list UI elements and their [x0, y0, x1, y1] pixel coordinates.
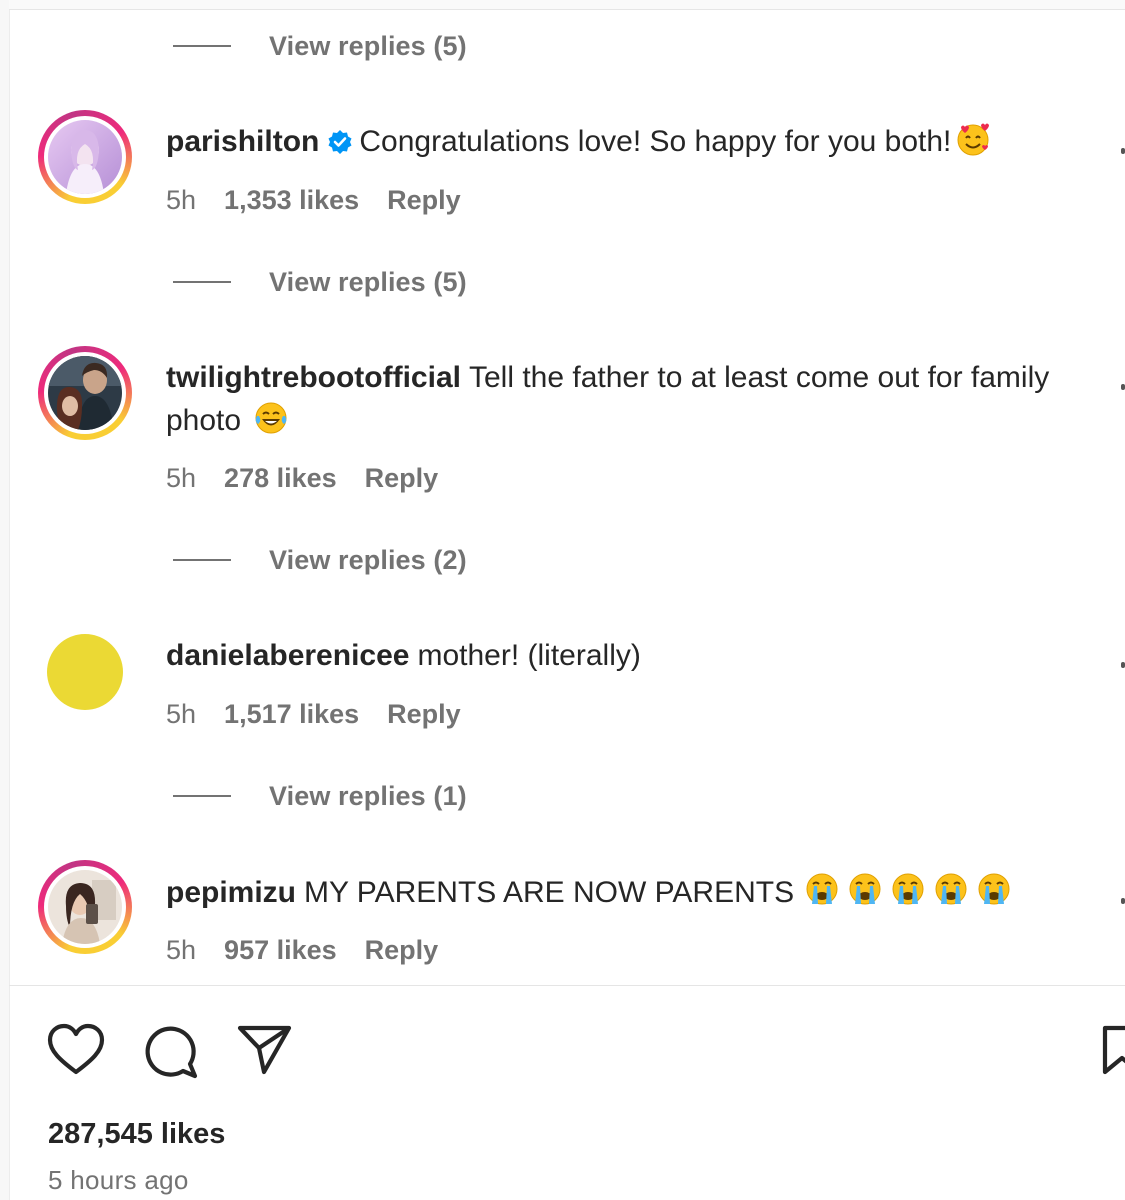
heart-icon[interactable]	[46, 1022, 105, 1078]
comment-time[interactable]: 5h	[166, 935, 196, 966]
view-replies-label: View replies (5)	[269, 30, 467, 61]
avatar[interactable]	[38, 110, 132, 204]
comment-time[interactable]: 5h	[166, 185, 196, 216]
view-replies-label: View replies (1)	[269, 780, 467, 811]
view-replies-label: View replies (2)	[269, 544, 467, 575]
smiling-face-with-hearts-icon	[955, 121, 991, 169]
divider	[9, 985, 1125, 986]
avatar-photo	[48, 870, 122, 944]
save-icon[interactable]	[1100, 1022, 1125, 1078]
replies-line	[173, 795, 231, 797]
avatar[interactable]	[38, 346, 132, 440]
comment-meta: 5h 1,353 likes Reply	[166, 182, 489, 218]
post-likes-count[interactable]: 287,545 likes	[48, 1118, 225, 1151]
view-replies-button[interactable]: View replies (1)	[173, 778, 467, 814]
comment-body: Congratulations love! So happy for you b…	[359, 125, 952, 158]
avatar-photo	[48, 120, 122, 194]
share-icon[interactable]	[236, 1022, 292, 1078]
comment-likes[interactable]: 1,353 likes	[224, 185, 359, 216]
post-timestamp[interactable]: 5 hours ago	[48, 1165, 189, 1196]
reply-button[interactable]: Reply	[387, 699, 461, 730]
left-edge	[0, 0, 10, 1200]
comment-time[interactable]: 5h	[166, 463, 196, 494]
view-replies-label: View replies (5)	[269, 266, 467, 297]
comment-meta: 5h 278 likes Reply	[166, 460, 466, 496]
view-replies-button[interactable]: View replies (5)	[173, 264, 467, 300]
reply-button[interactable]: Reply	[365, 463, 439, 494]
avatar-photo	[48, 356, 122, 430]
comment-time[interactable]: 5h	[166, 699, 196, 730]
replies-line	[173, 281, 231, 283]
comment-text: parishilton Congratulations love! So happ…	[166, 120, 1066, 169]
comment-meta: 5h 1,517 likes Reply	[166, 696, 489, 732]
comment-username[interactable]: pepimizu	[166, 876, 296, 909]
comment-likes[interactable]: 1,517 likes	[224, 699, 359, 730]
comment-like-icon[interactable]	[1121, 148, 1125, 154]
comment-username[interactable]: parishilton	[166, 125, 319, 158]
comment-text: danielaberenicee mother! (literally)	[166, 634, 1066, 677]
comment-text: pepimizu MY PARENTS ARE NOW PARENTS	[166, 870, 1066, 920]
comment-like-icon[interactable]	[1121, 384, 1125, 390]
view-replies-button[interactable]: View replies (5)	[173, 28, 467, 64]
comment-icon[interactable]	[142, 1022, 198, 1079]
face-with-tears-of-joy-icon	[253, 400, 289, 448]
replies-line	[173, 559, 231, 561]
loudly-crying-face-icon	[804, 870, 1020, 920]
reply-button[interactable]: Reply	[387, 185, 461, 216]
verified-badge-icon	[327, 124, 353, 167]
comment-body: MY PARENTS ARE NOW PARENTS	[304, 876, 795, 909]
replies-line	[173, 45, 231, 47]
view-replies-button[interactable]: View replies (2)	[173, 542, 467, 578]
top-edge	[9, 0, 1125, 10]
comment-meta: 5h 957 likes Reply	[166, 932, 466, 968]
comment-like-icon[interactable]	[1121, 662, 1125, 668]
avatar[interactable]	[38, 860, 132, 954]
comment-like-icon[interactable]	[1121, 898, 1125, 904]
comment-likes[interactable]: 278 likes	[224, 463, 337, 494]
comment-username[interactable]: danielaberenicee	[166, 639, 409, 672]
avatar[interactable]	[47, 634, 123, 710]
comment-body: mother! (literally)	[417, 639, 641, 672]
reply-button[interactable]: Reply	[365, 935, 439, 966]
comment-username[interactable]: twilightrebootofficial	[166, 361, 461, 394]
comment-likes[interactable]: 957 likes	[224, 935, 337, 966]
comment-text: twilightrebootofficial Tell the father to…	[166, 356, 1066, 448]
